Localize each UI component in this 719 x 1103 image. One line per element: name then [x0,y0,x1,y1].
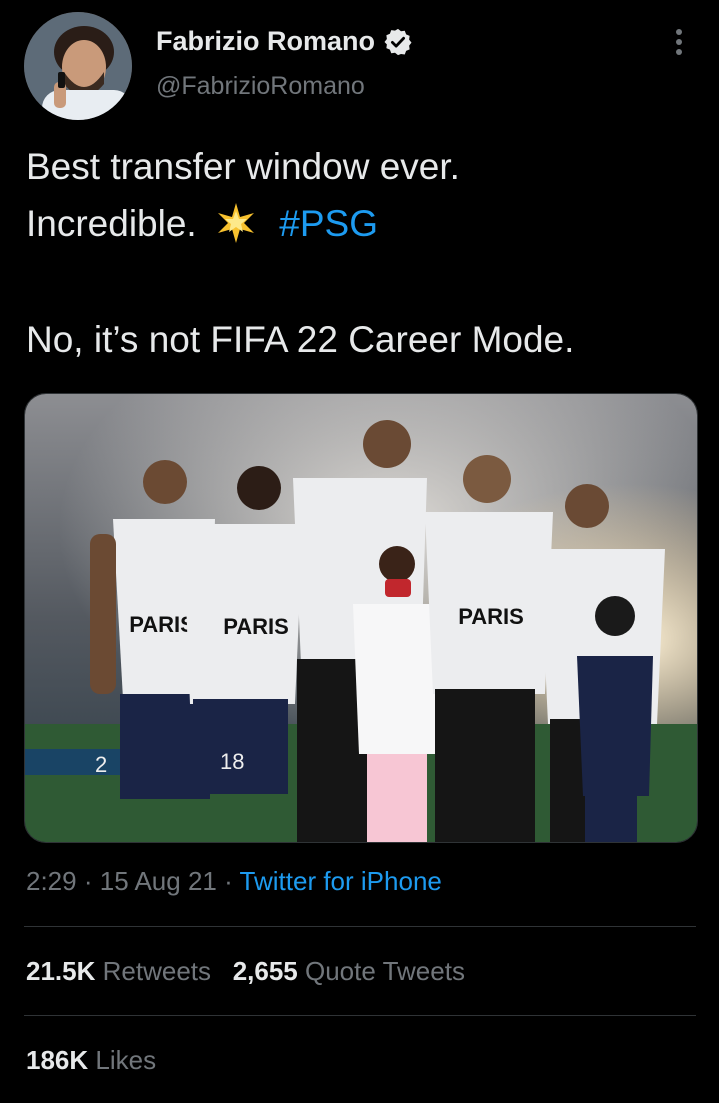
glowing-star-icon [218,203,254,244]
tweet-source[interactable]: Twitter for iPhone [240,866,442,896]
author-name[interactable]: Fabrizio Romano [156,26,375,57]
likes-link[interactable]: 186K Likes [26,1045,156,1075]
tweet-date[interactable]: 15 Aug 21 [100,866,217,896]
shorts-number-1: 2 [95,752,107,777]
retweet-quote-stats: 21.5K Retweets 2,655 Quote Tweets [26,956,465,987]
retweets-label: Retweets [102,956,212,986]
retweets-count: 21.5K [26,956,96,986]
author-name-row[interactable]: Fabrizio Romano [156,26,413,57]
author-avatar[interactable] [24,12,132,120]
shirt-text-2: PARIS [223,614,289,639]
tweet-photo[interactable]: PARIS 2 PARIS 18 PARIS [24,393,698,843]
divider [24,1015,696,1016]
photo-illustration: PARIS 2 PARIS 18 PARIS [25,394,697,842]
likes-count: 186K [26,1045,89,1075]
shorts-number-2: 18 [220,749,244,774]
tweet-line-2: Incredible. #PSG [26,195,706,252]
tweet-line-2-text: Incredible. [26,203,197,245]
avatar-portrait [24,12,132,120]
author-handle[interactable]: @FabrizioRomano [156,72,365,101]
tweet-meta: 2:29 · 15 Aug 21 · Twitter for iPhone [26,866,442,897]
shirt-text-3: PARIS [458,604,524,629]
more-options-icon[interactable] [664,26,694,58]
verified-badge-icon [384,28,412,55]
shirt-text-1: PARIS [129,612,195,637]
tweet-text: Best transfer window ever. Incredible. #… [26,138,706,368]
quote-tweets-label: Quote Tweets [305,956,465,986]
likes-label: Likes [95,1045,157,1075]
tweet-line-3: No, it’s not FIFA 22 Career Mode. [26,318,575,360]
divider [24,926,696,927]
retweets-link[interactable]: 21.5K Retweets [26,956,211,986]
hashtag-psg[interactable]: #PSG [279,203,378,244]
meta-separator: · [224,866,233,896]
quote-tweets-count: 2,655 [232,956,298,986]
likes-stats: 186K Likes [26,1045,156,1076]
meta-separator: · [83,866,93,896]
tweet-time[interactable]: 2:29 [26,866,77,896]
quote-tweets-link[interactable]: 2,655 Quote Tweets [233,956,465,986]
tweet-line-1: Best transfer window ever. [26,146,460,187]
